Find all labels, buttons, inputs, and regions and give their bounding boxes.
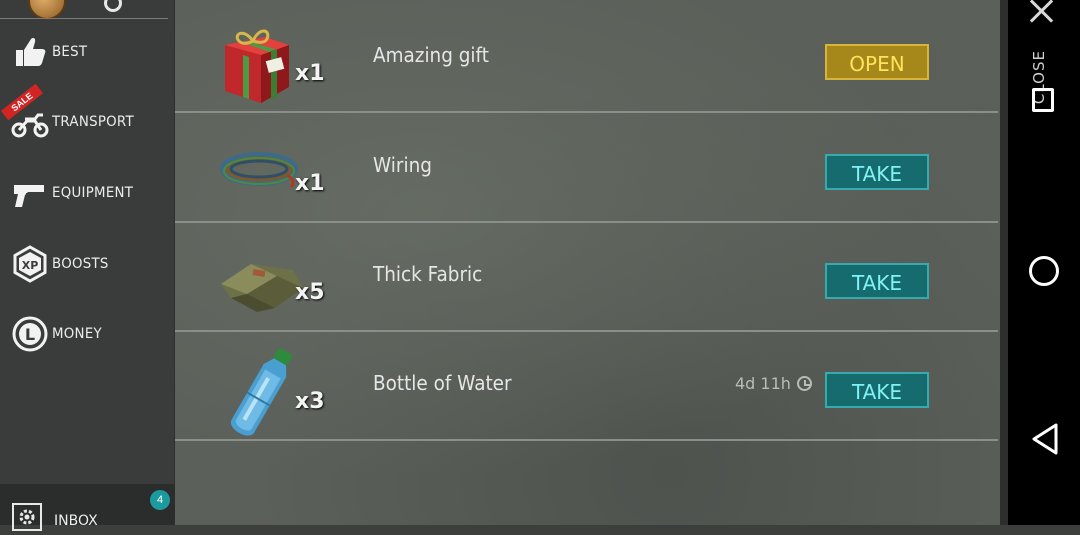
inbox-label: INBOX [54, 513, 98, 529]
motorcycle-icon: SALE [0, 83, 50, 142]
sidebar-item-label: MONEY [52, 326, 102, 342]
open-button[interactable]: OPEN [825, 44, 929, 80]
item-name: Bottle of Water [373, 371, 512, 395]
back-icon[interactable] [1030, 422, 1062, 456]
sidebar-item-money[interactable]: L MONEY [0, 304, 174, 364]
sidebar: BEST SALE TRANSPORT EQUIPMENT XP BOOSTS … [0, 0, 175, 531]
sidebar-item-inbox[interactable]: INBOX 4 [0, 484, 174, 531]
coin-icon: L [10, 314, 50, 354]
wire-coil-icon [217, 125, 307, 215]
sidebar-item-label: TRANSPORT [52, 114, 134, 130]
take-button[interactable]: TAKE [825, 154, 929, 190]
timer-text: 4d 11h [735, 374, 791, 393]
close-icon[interactable] [1024, 0, 1058, 28]
thumbs-up-icon [10, 32, 50, 72]
inbox-items-panel: x1 Amazing gift OPEN x1 Wiring TAKE x5 T… [175, 0, 1000, 525]
item-quantity: x3 [295, 389, 325, 414]
coin-icon [28, 0, 66, 20]
list-item: x5 Thick Fabric TAKE [175, 222, 998, 332]
fabric-icon [217, 234, 307, 324]
item-name: Amazing gift [373, 43, 489, 67]
pistol-icon [10, 173, 50, 213]
notification-badge: 4 [150, 490, 170, 510]
item-quantity: x1 [295, 171, 325, 196]
home-icon[interactable] [1029, 256, 1059, 286]
item-name: Wiring [373, 153, 432, 177]
divider [0, 18, 168, 19]
sidebar-item-boosts[interactable]: XP BOOSTS [0, 234, 174, 294]
svg-text:L: L [25, 325, 35, 344]
sidebar-item-label: BEST [52, 44, 88, 60]
sidebar-item-transport[interactable]: SALE TRANSPORT [0, 83, 174, 152]
sidebar-item-label: EQUIPMENT [52, 185, 134, 201]
clock-icon [796, 376, 812, 391]
item-quantity: x1 [295, 61, 325, 86]
expiry-timer: 4d 11h [735, 374, 812, 393]
gear-icon [12, 503, 42, 531]
take-button[interactable]: TAKE [825, 263, 929, 299]
sidebar-item-label: BOOSTS [52, 256, 109, 272]
sidebar-item-equipment[interactable]: EQUIPMENT [0, 163, 174, 223]
list-item: x3 Bottle of Water 4d 11h TAKE [175, 331, 998, 441]
xp-hexagon-icon: XP [10, 244, 50, 284]
item-name: Thick Fabric [373, 262, 483, 286]
item-quantity: x5 [295, 280, 325, 305]
loading-icon [104, 0, 122, 12]
recent-apps-icon[interactable] [1032, 88, 1054, 112]
take-button[interactable]: TAKE [825, 372, 929, 408]
gift-box-icon [217, 15, 307, 105]
list-item: x1 Wiring TAKE [175, 113, 998, 223]
svg-text:XP: XP [22, 259, 39, 272]
list-item: x1 Amazing gift OPEN [175, 3, 998, 113]
sidebar-item-best[interactable]: BEST [0, 22, 174, 82]
water-bottle-icon [217, 343, 307, 436]
